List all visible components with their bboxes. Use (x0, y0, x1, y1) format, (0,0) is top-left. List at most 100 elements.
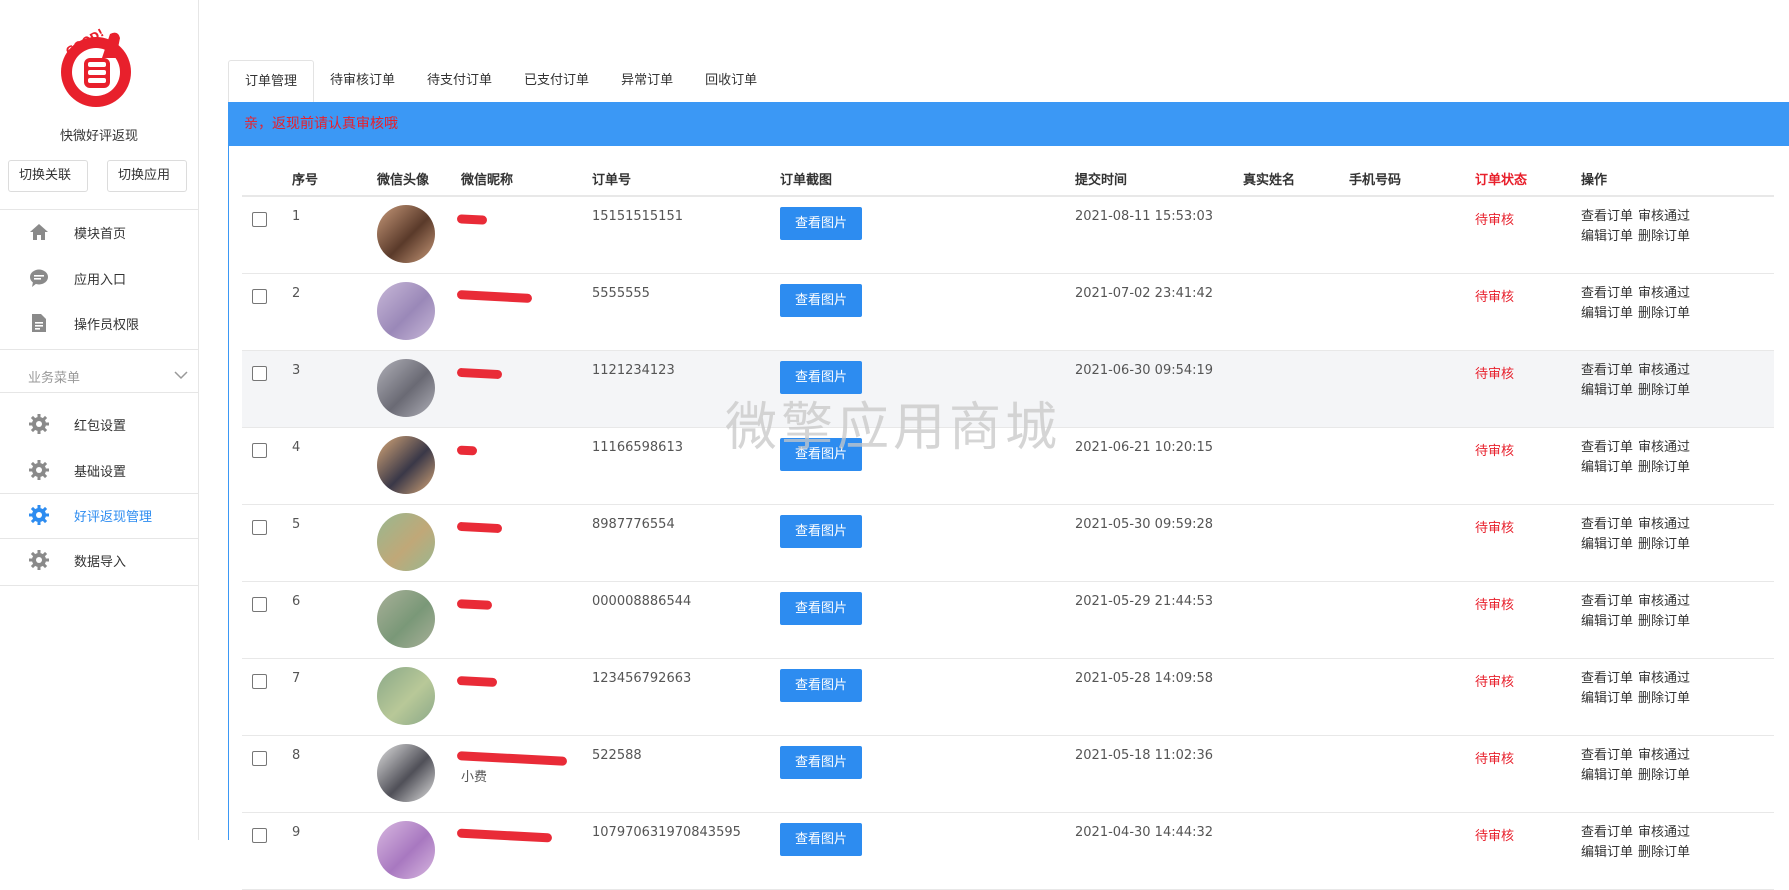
table-row: 8 小费 522588 查看图片 2021-05-18 11:02:36 待审核 查看订单审… (242, 736, 1774, 813)
delete-order-link[interactable]: 删除订单 (1638, 614, 1690, 629)
chevron-down-icon (174, 369, 188, 384)
sidebar-item-label: 操作员权限 (74, 317, 140, 333)
edit-order-link[interactable]: 编辑订单 (1581, 691, 1633, 706)
edit-order-link[interactable]: 编辑订单 (1581, 614, 1633, 629)
approve-link[interactable]: 审核通过 (1638, 594, 1690, 609)
approve-link[interactable]: 审核通过 (1638, 209, 1690, 224)
edit-order-link[interactable]: 编辑订单 (1581, 306, 1633, 321)
view-order-link[interactable]: 查看订单 (1581, 748, 1633, 763)
sidebar-item-basic-settings[interactable]: 基础设置 (0, 450, 198, 490)
table-row: 5 8987776554 查看图片 2021-05-30 09:59:28 待审核 查看订… (242, 505, 1774, 582)
tab-pending-review[interactable]: 待审核订单 (314, 60, 411, 102)
sidebar-item-review-cashback[interactable]: 好评返现管理 (0, 495, 198, 535)
sidebar-item-red-packet-settings[interactable]: 红包设置 (0, 404, 198, 444)
row-checkbox[interactable] (252, 520, 267, 535)
edit-order-link[interactable]: 编辑订单 (1581, 768, 1633, 783)
row-submit-time: 2021-05-28 14:09:58 (1075, 671, 1214, 686)
edit-order-link[interactable]: 编辑订单 (1581, 229, 1633, 244)
view-image-button[interactable]: 查看图片 (780, 284, 862, 317)
table-row: 2 5555555 查看图片 2021-07-02 23:41:42 待审核 查看订单 审核… (242, 274, 1774, 351)
sidebar-item-app-entry[interactable]: 应用入口 (0, 258, 198, 298)
divider (0, 493, 198, 494)
tab-recycled[interactable]: 回收订单 (689, 60, 773, 102)
approve-link[interactable]: 审核通过 (1638, 517, 1690, 532)
row-real-name (1243, 197, 1349, 209)
edit-order-link[interactable]: 编辑订单 (1581, 537, 1633, 552)
row-checkbox[interactable] (252, 597, 267, 612)
row-real-name (1243, 582, 1349, 594)
approve-link[interactable]: 审核通过 (1638, 286, 1690, 301)
row-status: 待审核 (1475, 598, 1515, 613)
delete-order-link[interactable]: 删除订单 (1638, 306, 1690, 321)
sidebar-item-data-import[interactable]: 数据导入 (0, 540, 198, 580)
row-submit-time: 2021-05-29 21:44:53 (1075, 594, 1214, 609)
row-phone (1349, 736, 1475, 748)
notice-banner: 亲，返现前请认真审核哦 (228, 102, 1789, 146)
tab-paid[interactable]: 已支付订单 (508, 60, 605, 102)
divider (0, 209, 198, 210)
delete-order-link[interactable]: 删除订单 (1638, 537, 1690, 552)
header-phone: 手机号码 (1349, 172, 1402, 188)
delete-order-link[interactable]: 删除订单 (1638, 460, 1690, 475)
sidebar-item-label: 好评返现管理 (74, 509, 153, 525)
view-order-link[interactable]: 查看订单 (1581, 517, 1633, 532)
header-real-name: 真实姓名 (1243, 172, 1296, 188)
row-checkbox[interactable] (252, 674, 267, 689)
sidebar-item-operator-permissions[interactable]: 操作员权限 (0, 303, 198, 343)
orders-table: 序号 微信头像 微信昵称 订单号 订单截图 提交时间 真实姓名 手机号码 订单状… (242, 161, 1774, 890)
business-menu-group[interactable]: 业务菜单 (28, 367, 188, 386)
delete-order-link[interactable]: 删除订单 (1638, 691, 1690, 706)
tab-abnormal[interactable]: 异常订单 (605, 60, 689, 102)
approve-link[interactable]: 审核通过 (1638, 825, 1690, 840)
delete-order-link[interactable]: 删除订单 (1638, 383, 1690, 398)
row-real-name (1243, 505, 1349, 517)
sidebar-item-label: 基础设置 (74, 464, 127, 480)
row-checkbox[interactable] (252, 289, 267, 304)
divider (0, 392, 198, 393)
approve-link[interactable]: 审核通过 (1638, 671, 1690, 686)
sidebar-item-label: 红包设置 (74, 418, 127, 434)
row-checkbox[interactable] (252, 366, 267, 381)
row-order-no: 107970631970843595 (592, 825, 741, 840)
header-nickname: 微信昵称 (461, 172, 514, 188)
view-order-link[interactable]: 查看订单 (1581, 594, 1633, 609)
approve-link[interactable]: 审核通过 (1638, 440, 1690, 455)
row-no: 6 (292, 594, 301, 609)
view-order-link[interactable]: 查看订单 (1581, 209, 1633, 224)
view-image-button[interactable]: 查看图片 (780, 592, 862, 625)
view-image-button[interactable]: 查看图片 (780, 207, 862, 240)
sidebar-item-label: 模块首页 (74, 226, 127, 242)
tab-order-management[interactable]: 订单管理 (228, 60, 315, 102)
tab-pending-payment[interactable]: 待支付订单 (411, 60, 508, 102)
row-checkbox[interactable] (252, 751, 267, 766)
delete-order-link[interactable]: 删除订单 (1638, 229, 1690, 244)
avatar (377, 821, 435, 879)
row-checkbox[interactable] (252, 212, 267, 227)
view-order-link[interactable]: 查看订单 (1581, 671, 1633, 686)
row-status: 待审核 (1475, 829, 1515, 844)
view-image-button[interactable]: 查看图片 (780, 669, 862, 702)
sidebar-item-home[interactable]: 模块首页 (0, 212, 198, 252)
delete-order-link[interactable]: 删除订单 (1638, 845, 1690, 860)
avatar (377, 205, 435, 263)
edit-order-link[interactable]: 编辑订单 (1581, 845, 1633, 860)
switch-link-button[interactable]: 切换关联 (8, 160, 88, 192)
row-checkbox[interactable] (252, 828, 267, 843)
view-order-link[interactable]: 查看订单 (1581, 825, 1633, 840)
row-status: 待审核 (1475, 290, 1515, 305)
delete-order-link[interactable]: 删除订单 (1638, 768, 1690, 783)
row-checkbox[interactable] (252, 443, 267, 458)
view-order-link[interactable]: 查看订单 (1581, 440, 1633, 455)
approve-link[interactable]: 审核通过 (1638, 363, 1690, 378)
row-no: 7 (292, 671, 301, 686)
switch-app-button[interactable]: 切换应用 (107, 160, 187, 192)
edit-order-link[interactable]: 编辑订单 (1581, 383, 1633, 398)
view-image-button[interactable]: 查看图片 (780, 515, 862, 548)
row-no: 2 (292, 286, 301, 301)
view-order-link[interactable]: 查看订单 (1581, 363, 1633, 378)
view-order-link[interactable]: 查看订单 (1581, 286, 1633, 301)
edit-order-link[interactable]: 编辑订单 (1581, 460, 1633, 475)
approve-link[interactable]: 审核通过 (1638, 748, 1690, 763)
view-image-button[interactable]: 查看图片 (780, 746, 862, 779)
header-actions: 操作 (1581, 172, 1608, 188)
